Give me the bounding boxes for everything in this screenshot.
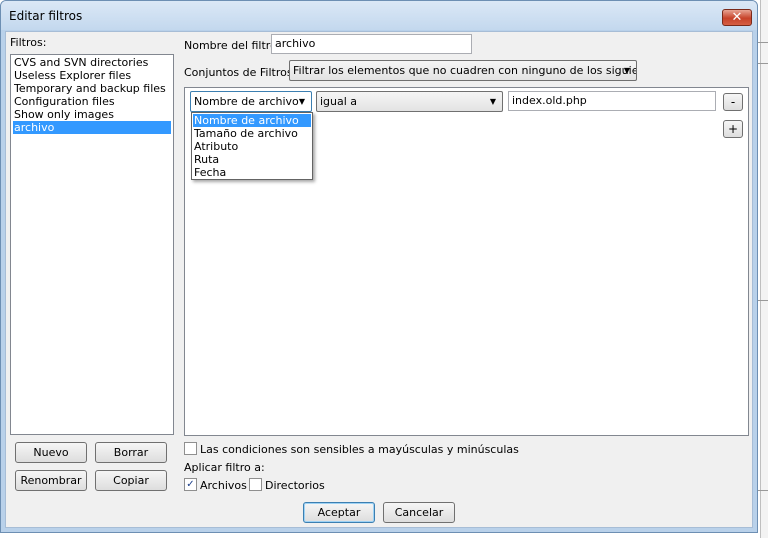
filter-sets-select[interactable]: Filtrar los elementos que no cuadren con… [289,60,637,81]
filter-name-input[interactable]: archivo [271,34,472,54]
remove-rule-button[interactable]: - [723,93,743,111]
case-sensitive-label: Las condiciones son sensibles a mayúscul… [200,443,519,456]
cancel-button[interactable]: Cancelar [383,502,455,523]
dropdown-option-highlighted[interactable]: Nombre de archivo [193,114,311,127]
dropdown-option[interactable]: Tamaño de archivo [193,127,311,140]
close-button[interactable]: ✕ [722,9,752,26]
directories-label: Directorios [265,479,325,492]
filter-sets-value: Filtrar los elementos que no cuadren con… [293,64,637,77]
files-checkbox[interactable]: ✓ [184,478,197,491]
rule-value-input[interactable]: index.old.php [508,91,716,111]
list-item[interactable]: Show only images [13,108,171,121]
rename-button[interactable]: Renombrar [15,470,87,491]
case-sensitive-checkbox[interactable] [184,442,197,455]
new-button[interactable]: Nuevo [15,442,87,463]
directories-checkbox[interactable] [249,478,262,491]
rule-condition-value: igual a [320,95,358,108]
chevron-down-icon: ▼ [489,97,496,106]
chevron-down-icon: ▼ [623,66,630,75]
rule-type-value: Nombre de archivo [194,95,299,108]
dialog-title: Editar filtros [9,9,83,23]
add-rule-button[interactable]: + [723,120,743,138]
list-item[interactable]: CVS and SVN directories [13,56,171,69]
dropdown-option[interactable]: Ruta [193,153,311,166]
plus-icon: + [727,122,739,136]
chevron-down-icon: ▼ [298,97,305,106]
apply-to-label: Aplicar filtro a: [184,461,265,474]
rule-condition-select[interactable]: igual a ▼ [316,91,503,112]
checkmark-icon: ✓ [186,478,195,490]
accept-button[interactable]: Aceptar [303,502,375,523]
filters-list[interactable]: CVS and SVN directories Useless Explorer… [10,54,174,435]
copy-button[interactable]: Copiar [95,470,167,491]
filter-sets-label: Conjuntos de Filtros: [184,66,297,79]
title-bar[interactable] [1,1,757,30]
list-item[interactable]: Configuration files [13,95,171,108]
list-item-selected[interactable]: archivo [13,121,171,134]
filters-label: Filtros: [10,36,47,49]
background-window-edge [760,0,768,538]
rule-type-select[interactable]: Nombre de archivo ▼ [190,91,312,112]
close-icon: ✕ [731,10,743,25]
list-item[interactable]: Temporary and backup files [13,82,171,95]
dropdown-option[interactable]: Fecha [193,166,311,179]
filter-name-label: Nombre del filtro: [184,39,281,52]
dropdown-option[interactable]: Atributo [193,140,311,153]
minus-icon: - [730,95,736,109]
files-label: Archivos [200,479,247,492]
rule-type-dropdown-list: Nombre de archivo Tamaño de archivo Atri… [191,112,313,180]
delete-button[interactable]: Borrar [95,442,167,463]
list-item[interactable]: Useless Explorer files [13,69,171,82]
